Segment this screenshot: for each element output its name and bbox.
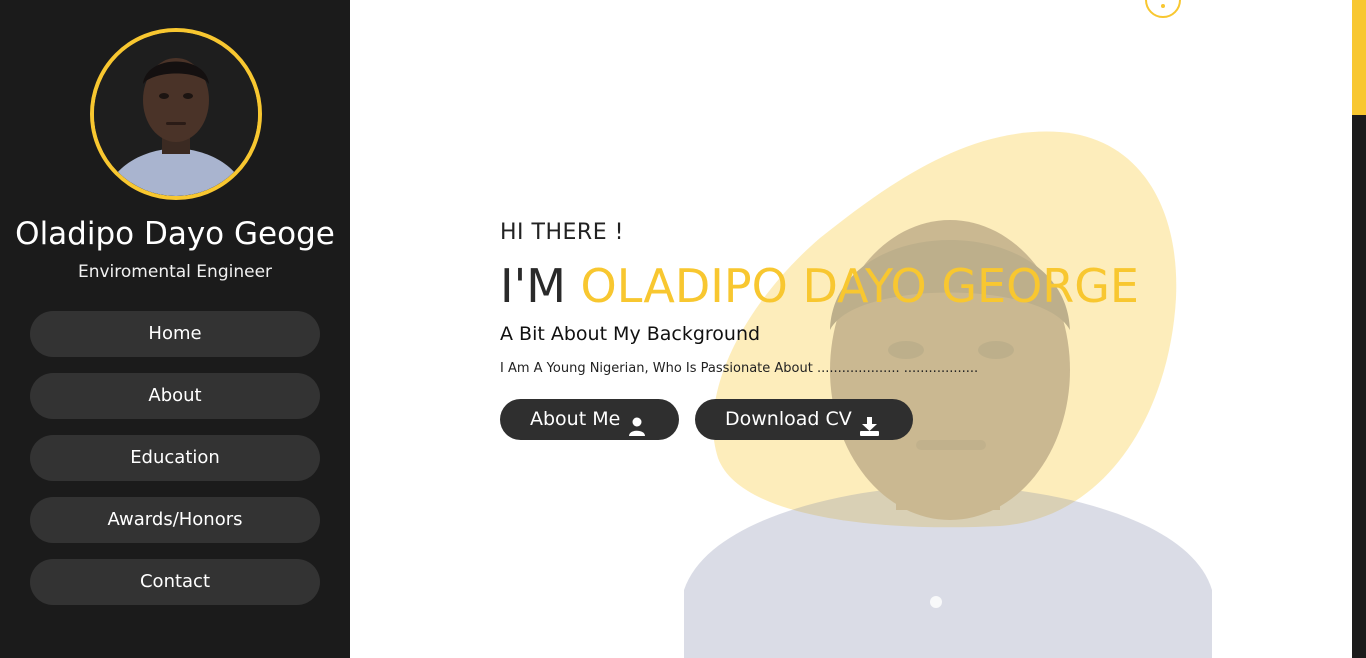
about-me-button[interactable]: About Me (500, 399, 679, 440)
avatar (90, 28, 262, 200)
headline: I'M OLADIPO DAYO GEORGE (500, 258, 1139, 314)
nav-awards-button[interactable]: Awards/Honors (30, 497, 320, 543)
download-cv-button[interactable]: Download CV (695, 399, 913, 440)
profile-name: Oladipo Dayo Geoge (15, 216, 335, 252)
page-scrollbar[interactable] (1352, 0, 1366, 658)
nav-about-button[interactable]: About (30, 373, 320, 419)
about-me-label: About Me (530, 408, 621, 430)
scrollbar-thumb[interactable] (1352, 0, 1366, 115)
nav-home-button[interactable]: Home (30, 311, 320, 357)
nav-contact-button[interactable]: Contact (30, 559, 320, 605)
intro-text: I Am A Young Nigerian, Who Is Passionate… (500, 361, 979, 376)
profile-role: Enviromental Engineer (77, 262, 273, 282)
subheading: A Bit About My Background (500, 323, 761, 345)
headline-name: OLADIPO DAYO GEORGE (580, 259, 1139, 313)
headline-prefix: I'M (500, 259, 566, 313)
download-cv-label: Download CV (725, 408, 852, 430)
user-icon (628, 410, 646, 451)
nav-education-button[interactable]: Education (30, 435, 320, 481)
download-icon (860, 410, 879, 451)
hero-section: HI THERE ! I'M OLADIPO DAYO GEORGE A Bit… (350, 0, 1352, 658)
greeting: HI THERE ! (500, 220, 624, 245)
sidebar: Oladipo Dayo Geoge Enviromental Engineer… (0, 0, 350, 658)
top-circle-icon[interactable] (1145, 0, 1181, 18)
